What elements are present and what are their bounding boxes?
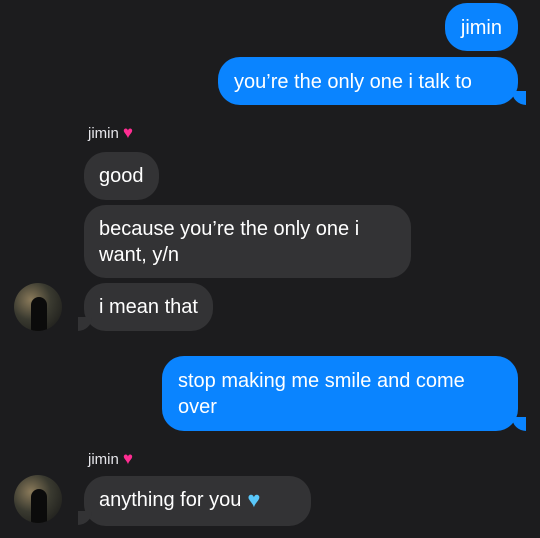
outgoing-message-bubble[interactable]: jimin — [444, 3, 518, 51]
avatar-figure — [31, 489, 47, 523]
message-text: jimin — [460, 17, 502, 39]
message-text: you’re the only one i talk to — [234, 71, 472, 93]
bubble-tail — [78, 317, 92, 331]
incoming-message-bubble[interactable]: good — [84, 152, 159, 200]
message-text: anything for you — [99, 489, 242, 511]
message-text: because you’re the only one i want, y/n — [99, 218, 360, 266]
message-text: i mean that — [99, 296, 198, 318]
incoming-message-bubble[interactable]: i mean that — [84, 283, 213, 331]
incoming-message-bubble[interactable]: because you’re the only one i want, y/n — [84, 205, 411, 278]
avatar-figure — [31, 297, 47, 331]
sender-name: jimin — [88, 451, 119, 468]
bubble-tail — [78, 511, 92, 525]
incoming-message-bubble[interactable]: anything for you ♥ — [84, 476, 311, 526]
pink-heart-icon: ♥ — [122, 449, 133, 468]
contact-avatar[interactable] — [14, 475, 62, 523]
contact-avatar[interactable] — [14, 283, 62, 331]
light-blue-heart-icon: ♥ — [247, 487, 261, 512]
outgoing-message-bubble[interactable]: you’re the only one i talk to — [218, 57, 518, 105]
sender-name-label: jimin ♥ — [88, 450, 133, 469]
outgoing-message-bubble[interactable]: stop making me smile and come over — [162, 356, 518, 431]
bubble-tail — [512, 417, 526, 431]
message-text: stop making me smile and come over — [178, 370, 465, 418]
sender-name-label: jimin ♥ — [88, 124, 133, 143]
bubble-tail — [512, 91, 526, 105]
message-text: good — [99, 165, 144, 187]
pink-heart-icon: ♥ — [122, 123, 133, 142]
sender-name: jimin — [88, 125, 119, 142]
